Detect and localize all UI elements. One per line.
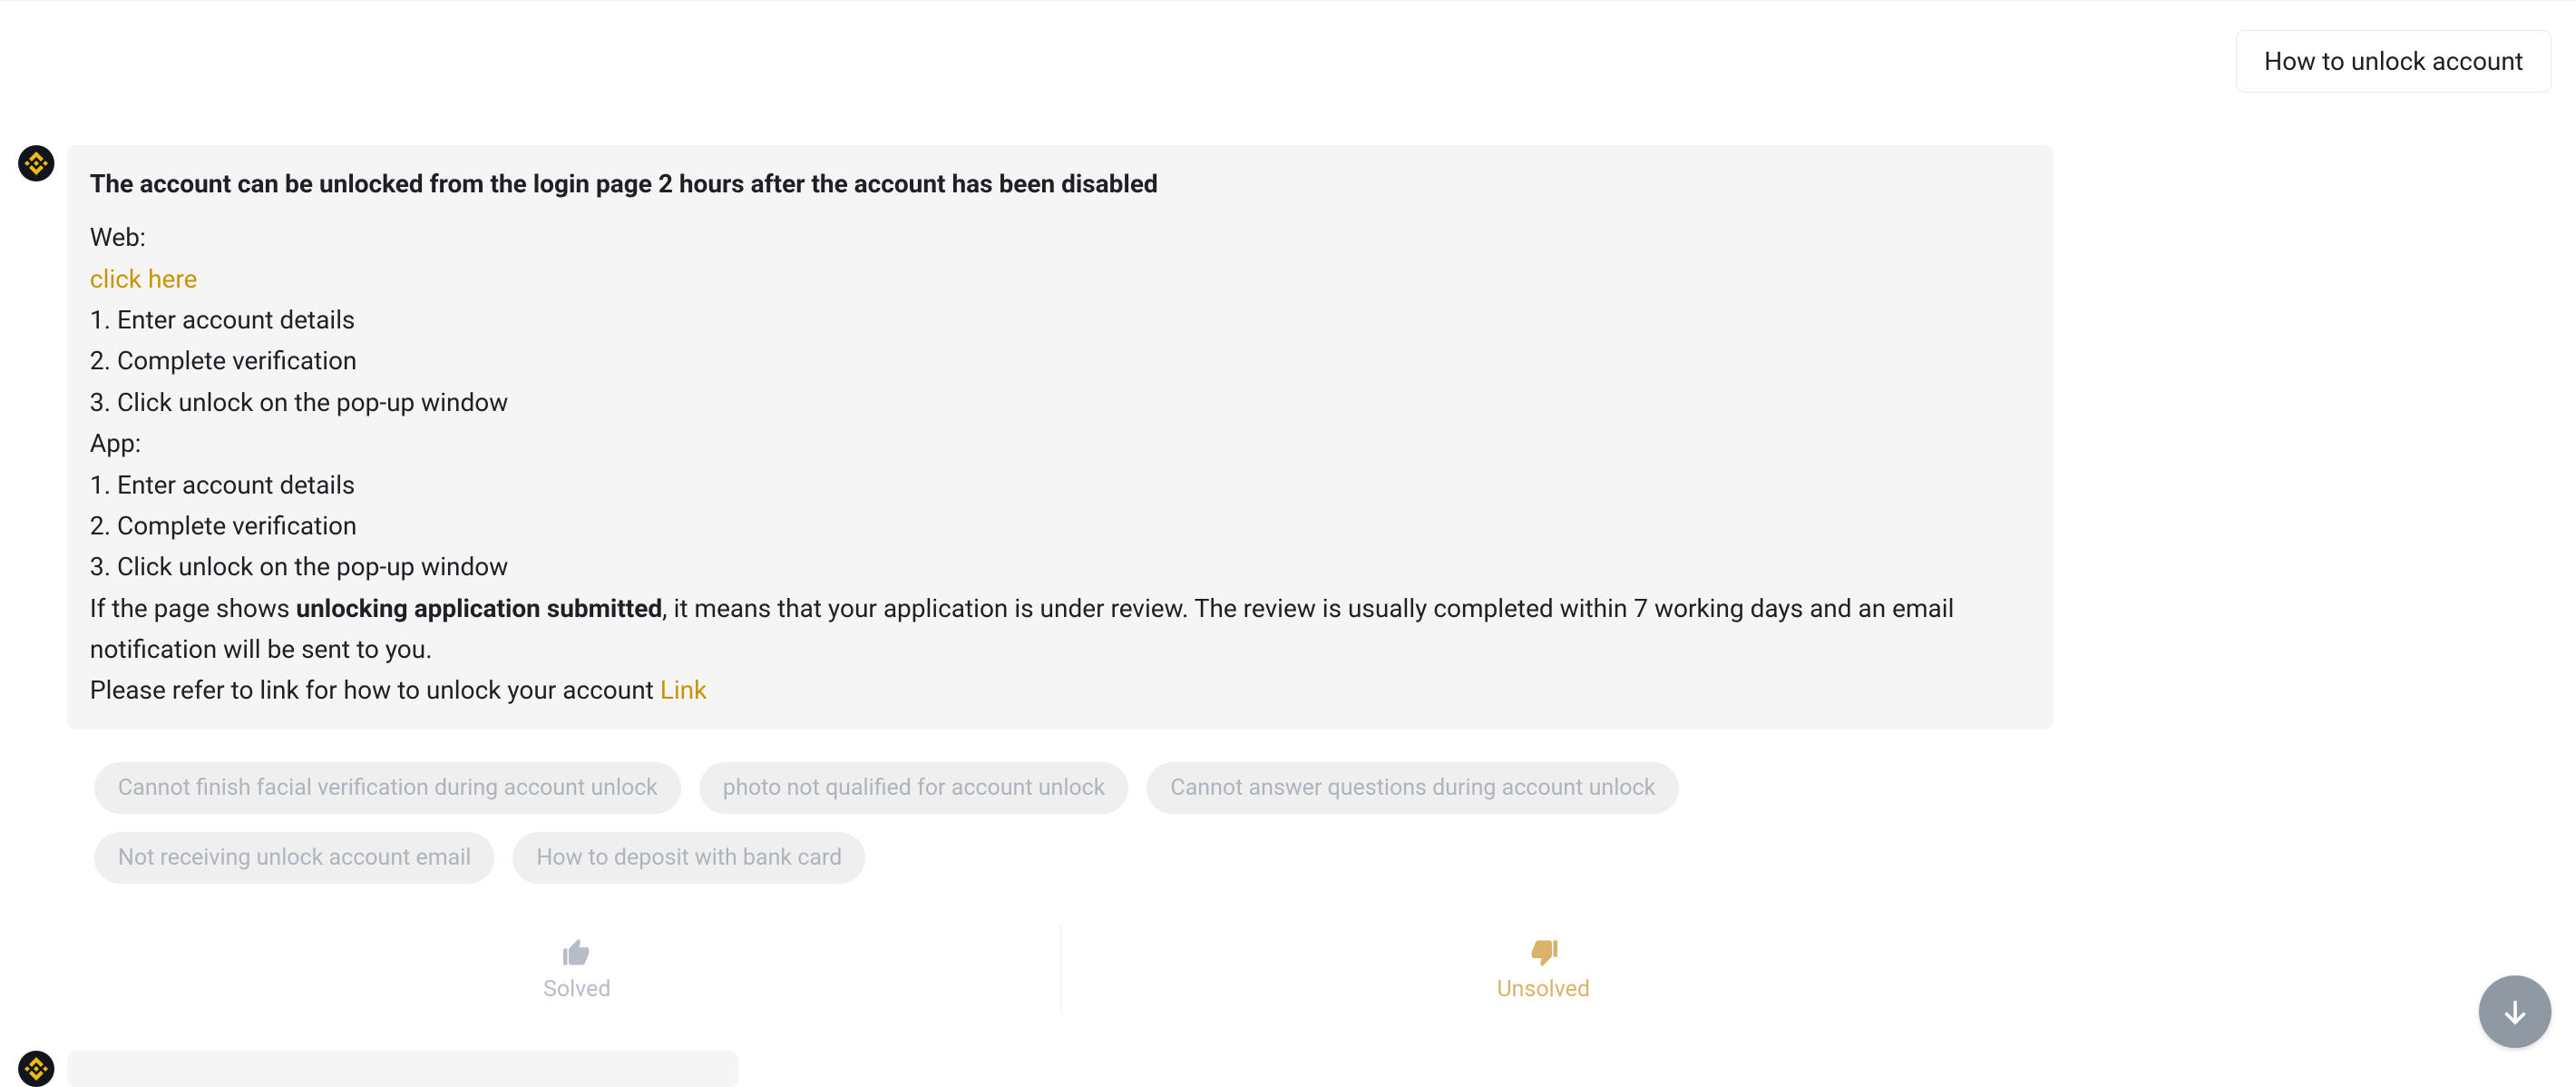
app-step-1: 1. Enter account details — [90, 465, 2031, 505]
thumbs-down-icon — [1527, 936, 1560, 969]
arrow-down-icon — [2499, 995, 2532, 1028]
bot-message-bubble-2 — [67, 1051, 738, 1087]
feedback-unsolved-button[interactable]: Unsolved — [1061, 922, 2027, 1017]
app-step-3: 3. Click unlock on the pop-up window — [90, 546, 2031, 587]
top-divider — [0, 0, 2576, 2]
suggestion-chip-photo[interactable]: photo not qualified for account unlock — [699, 762, 1128, 814]
binance-logo-icon — [24, 1057, 48, 1081]
feedback-unsolved-label: Unsolved — [1497, 976, 1590, 1003]
web-label: Web: — [90, 217, 2031, 258]
suggestion-chips: Cannot finish facial verification during… — [94, 762, 2026, 884]
suggestion-chip-deposit[interactable]: How to deposit with bank card — [512, 832, 865, 884]
feedback-solved-button[interactable]: Solved — [94, 922, 1060, 1017]
feedback-bar: Solved Unsolved — [94, 922, 2026, 1017]
user-message-text: How to unlock account — [2264, 46, 2523, 76]
bot-message-row: The account can be unlocked from the log… — [18, 145, 2054, 730]
web-step-3: 3. Click unlock on the pop-up window — [90, 382, 2031, 423]
suggestion-chip-facial[interactable]: Cannot finish facial verification during… — [94, 762, 681, 814]
web-step-1: 1. Enter account details — [90, 299, 2031, 340]
bot-message-row-2 — [18, 1051, 738, 1087]
suggestion-chip-questions[interactable]: Cannot answer questions during account u… — [1147, 762, 1679, 814]
bot-message-bubble: The account can be unlocked from the log… — [67, 145, 2054, 730]
web-step-2: 2. Complete verification — [90, 340, 2031, 381]
suggestion-chip-email[interactable]: Not receiving unlock account email — [94, 832, 494, 884]
bot-avatar — [18, 1051, 54, 1087]
bot-avatar — [18, 145, 54, 181]
review-prefix: If the page shows — [90, 593, 296, 623]
bot-message-title: The account can be unlocked from the log… — [90, 163, 2031, 204]
user-message-bubble: How to unlock account — [2236, 30, 2552, 93]
review-bold: unlocking application submitted — [296, 593, 662, 623]
scroll-down-button[interactable] — [2479, 975, 2552, 1048]
feedback-solved-label: Solved — [543, 976, 611, 1003]
app-step-2: 2. Complete verification — [90, 505, 2031, 546]
refer-prefix: Please refer to link for how to unlock y… — [90, 675, 660, 705]
review-line: If the page shows unlocking application … — [90, 588, 2031, 671]
refer-line: Please refer to link for how to unlock y… — [90, 670, 2031, 710]
click-here-link[interactable]: click here — [90, 264, 197, 294]
refer-link[interactable]: Link — [660, 675, 707, 705]
binance-logo-icon — [24, 152, 48, 175]
thumbs-up-icon — [561, 936, 593, 969]
app-label: App: — [90, 423, 2031, 464]
